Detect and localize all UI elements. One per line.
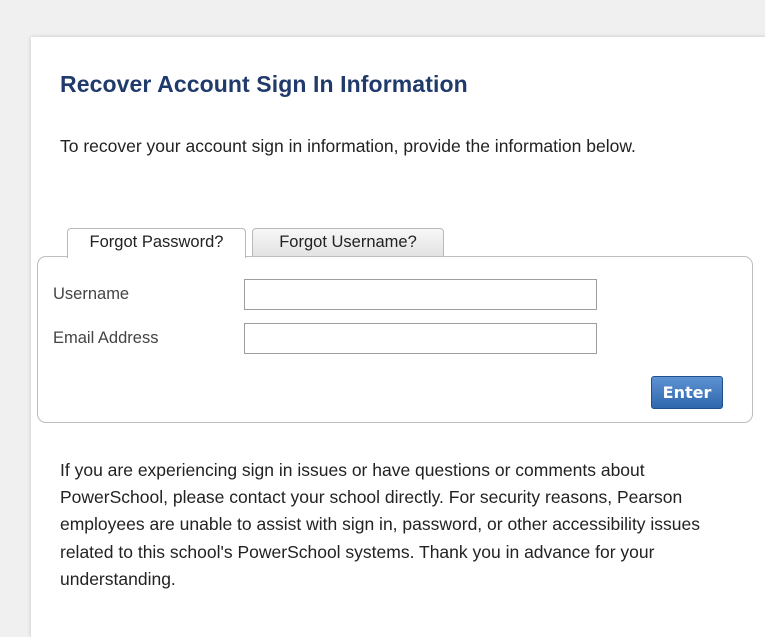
intro-text: To recover your account sign in informat… bbox=[60, 136, 636, 156]
page-title: Recover Account Sign In Information bbox=[60, 71, 468, 97]
email-address-label: Email Address bbox=[53, 329, 159, 347]
tab-forgot-password[interactable]: Forgot Password? bbox=[67, 228, 246, 258]
tab-forgot-username[interactable]: Forgot Username? bbox=[252, 228, 444, 256]
username-input[interactable] bbox=[244, 279, 597, 310]
email-address-input[interactable] bbox=[244, 323, 597, 354]
enter-button[interactable]: Enter bbox=[651, 376, 723, 409]
help-text: If you are experiencing sign in issues o… bbox=[60, 460, 701, 589]
username-label: Username bbox=[53, 285, 130, 303]
forgot-password-form: Username Email Address Enter bbox=[37, 256, 753, 423]
recover-account-panel: Recover Account Sign In Information To r… bbox=[31, 37, 765, 637]
